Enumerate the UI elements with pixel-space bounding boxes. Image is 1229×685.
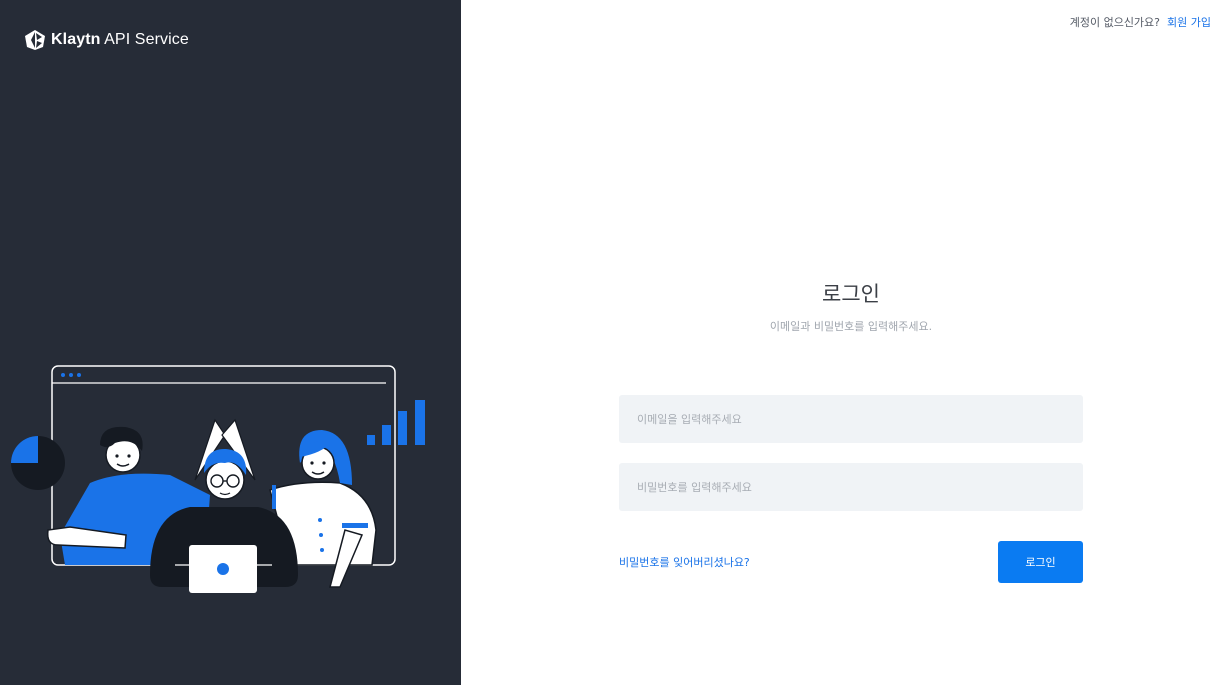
login-form: 로그인 이메일과 비밀번호를 입력해주세요. 비밀번호를 잊어버리셨나요? 로그… (619, 278, 1083, 583)
brand-name-rest: API Service (100, 31, 189, 48)
team-illustration (11, 365, 425, 593)
brand-panel: Klaytn API Service (0, 0, 461, 685)
signup-question: 계정이 없으신가요? (1069, 16, 1161, 29)
login-button[interactable]: 로그인 (998, 541, 1083, 583)
window-dot (77, 373, 81, 377)
klaytn-logo-icon (25, 30, 45, 50)
brand-name-bold: Klaytn (51, 31, 101, 48)
bar-chart-icon (367, 400, 425, 445)
forgot-password-link[interactable]: 비밀번호를 잊어버리셨나요? (619, 554, 750, 570)
signup-link[interactable]: 회원 가입 (1167, 14, 1211, 30)
login-panel: 계정이 없으신가요? 회원 가입 로그인 이메일과 비밀번호를 입력해주세요. … (461, 0, 1229, 685)
page-subtitle: 이메일과 비밀번호를 입력해주세요. (769, 320, 933, 333)
brand-name: Klaytn API Service (51, 31, 189, 49)
app: Klaytn API Service 계정이 없으신가요? 회원 가입 로그인 … (0, 0, 1229, 685)
password-field[interactable] (619, 463, 1083, 511)
laptop-logo (217, 563, 229, 575)
klaytn-logo[interactable]: Klaytn API Service (25, 30, 189, 50)
form-actions: 비밀번호를 잊어버리셨나요? 로그인 (619, 541, 1083, 583)
email-field[interactable] (619, 395, 1083, 443)
page-title: 로그인 (822, 282, 880, 306)
pie-chart-icon (11, 436, 65, 490)
signup-prompt: 계정이 없으신가요? 회원 가입 (1070, 14, 1211, 30)
window-dot (69, 373, 73, 377)
window-dot (61, 373, 65, 377)
